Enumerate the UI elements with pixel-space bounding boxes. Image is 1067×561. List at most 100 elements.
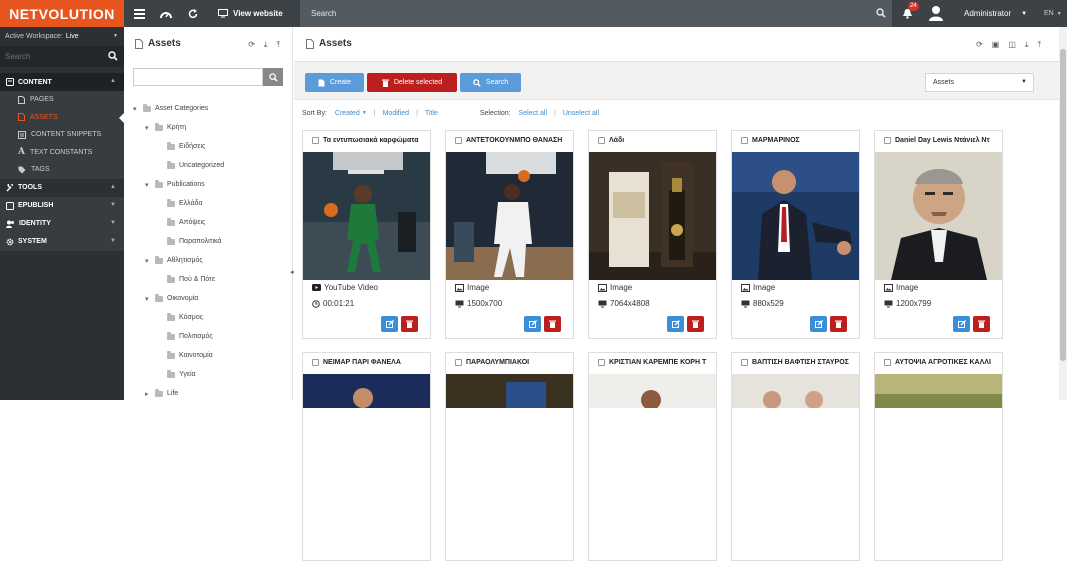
tree-node[interactable]: Πού & Πότε <box>133 270 293 289</box>
nav-item-content-snippets[interactable]: CONTENT SNIPPETS <box>0 126 124 144</box>
tree-node[interactable]: ▾ Αθλητισμός <box>133 251 293 270</box>
asset-thumbnail[interactable] <box>303 152 430 280</box>
tree-toggle-icon[interactable]: ▾ <box>145 295 151 303</box>
download-icon[interactable]: ⤓ <box>264 40 268 50</box>
asset-thumbnail[interactable] <box>875 152 1002 280</box>
asset-select-checkbox[interactable] <box>455 137 462 144</box>
delete-asset-button[interactable] <box>687 316 704 332</box>
sort-created-link[interactable]: Created <box>335 110 360 117</box>
asset-thumbnail[interactable] <box>732 152 859 280</box>
upload-icon[interactable]: ⤒ <box>276 40 280 50</box>
refresh-icon[interactable]: ⟳ <box>248 40 255 50</box>
tree-search-button[interactable] <box>263 68 283 86</box>
asset-select-checkbox[interactable] <box>884 137 891 144</box>
scrollbar-thumb[interactable] <box>1060 49 1066 361</box>
tree-node[interactable]: ▾ Asset Categories <box>133 99 293 118</box>
search-icon[interactable] <box>876 8 886 18</box>
nav-search-input[interactable]: Search <box>0 46 124 67</box>
asset-thumbnail[interactable] <box>446 374 573 408</box>
workspace-selector[interactable]: Active Workspace: Live ▼ <box>0 27 124 46</box>
asset-card[interactable]: ΜΑΡΜΑΡΙΝΟΣ Image 880x529 <box>731 130 860 339</box>
asset-card[interactable]: Λάδι Image 7064x4808 <box>588 130 717 339</box>
asset-card[interactable]: Daniel Day Lewis Ντάνιελ Ντ Image 1200x799 <box>874 130 1003 339</box>
tree-node[interactable]: ▾ Publications <box>133 175 293 194</box>
delete-selected-button[interactable]: Delete selected <box>367 73 457 92</box>
tree-node[interactable]: Ελλάδα <box>133 194 293 213</box>
menu-icon[interactable] <box>126 0 152 27</box>
tree-toggle-icon[interactable]: ▾ <box>145 257 151 265</box>
sort-modified-link[interactable]: Modified <box>383 110 409 117</box>
delete-asset-button[interactable] <box>401 316 418 332</box>
edit-asset-button[interactable] <box>667 316 684 332</box>
nav-section-content[interactable]: CONTENT ▲ <box>0 73 124 91</box>
tree-node[interactable]: ▾ Κρήτη <box>133 118 293 137</box>
tree-toggle-icon[interactable]: ▾ <box>133 105 139 113</box>
refresh-icon[interactable]: ⟳ <box>976 40 983 50</box>
edit-asset-button[interactable] <box>524 316 541 332</box>
asset-select-checkbox[interactable] <box>741 137 748 144</box>
asset-thumbnail[interactable] <box>303 374 430 408</box>
refresh-icon[interactable] <box>180 0 206 27</box>
asset-thumbnail[interactable] <box>589 152 716 280</box>
tree-node[interactable]: Ειδήσεις <box>133 137 293 156</box>
dashboard-icon[interactable] <box>153 0 179 27</box>
nav-section-epublish[interactable]: EPUBLISH ▼ <box>0 196 124 215</box>
nav-item-tags[interactable]: TAGS <box>0 161 124 179</box>
delete-asset-button[interactable] <box>973 316 990 332</box>
download-icon[interactable]: ⤓ <box>1025 40 1029 50</box>
asset-card[interactable]: ΑΥΤΟΨΙΑ ΑΓΡΟΤΙΚΕΣ ΚΑΛΛΙ <box>874 352 1003 561</box>
asset-select-checkbox[interactable] <box>312 359 319 366</box>
tree-node[interactable]: Uncategorized <box>133 156 293 175</box>
asset-thumbnail[interactable] <box>589 374 716 408</box>
asset-select-checkbox[interactable] <box>741 359 748 366</box>
nav-item-pages[interactable]: PAGES <box>0 91 124 109</box>
user-menu[interactable]: Administrator ▼ <box>964 0 1027 27</box>
asset-card[interactable]: ΒΑΠΤΙΣΗ ΒΑΦΤΙΣΗ ΣΤΑΥΡΟΣ <box>731 352 860 561</box>
search-icon[interactable] <box>108 51 118 61</box>
select-all-link[interactable]: Select all <box>519 110 547 117</box>
create-button[interactable]: Create <box>305 73 364 92</box>
asset-card[interactable]: ΑΝΤΕΤΟΚΟΥΝΜΠΟ ΘΑΝΑΣΗ Image 1500x700 <box>445 130 574 339</box>
asset-select-checkbox[interactable] <box>598 137 605 144</box>
logo[interactable]: NETVOLUTION <box>0 0 124 27</box>
columns-icon[interactable]: ◫ <box>1008 40 1016 50</box>
asset-select-checkbox[interactable] <box>455 359 462 366</box>
tree-search-input[interactable] <box>133 68 263 86</box>
user-avatar[interactable] <box>927 4 945 22</box>
sort-direction-icon[interactable]: ▼ <box>362 110 367 116</box>
language-select[interactable]: EN ▼ <box>1044 0 1062 27</box>
tree-node[interactable]: Κόσμος <box>133 308 293 327</box>
tree-toggle-icon[interactable]: ▾ <box>145 124 151 132</box>
asset-thumbnail[interactable] <box>875 374 1002 408</box>
tree-node[interactable]: ▾ Οικονομία <box>133 289 293 308</box>
page-scrollbar[interactable] <box>1059 27 1067 400</box>
nav-item-text-constants[interactable]: A TEXT CONSTANTS <box>0 143 124 161</box>
tree-node[interactable]: ▸ Life <box>133 384 293 403</box>
sort-title-link[interactable]: Title <box>425 110 438 117</box>
asset-card[interactable]: Τα εντυπωσιακά καρφώματα YouTube Video 00:… <box>302 130 431 339</box>
tree-toggle-icon[interactable]: ▾ <box>145 181 151 189</box>
tree-node[interactable]: Παραπολιτικά <box>133 232 293 251</box>
tree-node[interactable]: Καινοτομία <box>133 346 293 365</box>
delete-asset-button[interactable] <box>830 316 847 332</box>
asset-card[interactable]: ΠΑΡΑΟΛΥΜΠΙΑΚΟΙ <box>445 352 574 561</box>
nav-section-identity[interactable]: IDENTITY ▼ <box>0 214 124 233</box>
asset-select-checkbox[interactable] <box>312 137 319 144</box>
edit-asset-button[interactable] <box>381 316 398 332</box>
asset-card[interactable]: ΝΕΙΜΑΡ ΠΑΡΙ ΦΑΝΕΛΑ <box>302 352 431 561</box>
asset-thumbnail[interactable] <box>446 152 573 280</box>
global-search-input[interactable]: Search <box>300 0 892 27</box>
search-button[interactable]: Search <box>460 73 521 92</box>
tree-node[interactable]: Απόψεις <box>133 213 293 232</box>
asset-select-checkbox[interactable] <box>884 359 891 366</box>
edit-asset-button[interactable] <box>810 316 827 332</box>
nav-section-system[interactable]: SYSTEM ▼ <box>0 232 124 251</box>
tree-toggle-icon[interactable]: ▸ <box>145 390 151 398</box>
view-website-button[interactable]: View website <box>218 0 298 27</box>
nav-section-tools[interactable]: TOOLS ▲ <box>0 179 124 197</box>
notifications-button[interactable]: 24 <box>894 0 920 27</box>
asset-card[interactable]: ΚΡΙΣΤΙΑΝ ΚΑΡΕΜΠΕ ΚΟΡΗ Τ <box>588 352 717 561</box>
asset-select-checkbox[interactable] <box>598 359 605 366</box>
nav-item-assets[interactable]: ASSETS <box>0 108 124 126</box>
upload-icon[interactable]: ⤒ <box>1037 40 1041 50</box>
